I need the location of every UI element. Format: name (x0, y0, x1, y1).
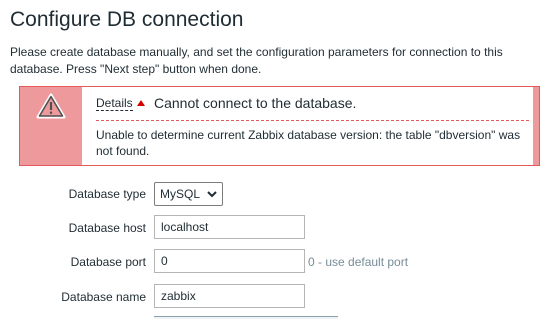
error-detail-text: Unable to determine current Zabbix datab… (96, 128, 521, 158)
db-type-value: MySQL (160, 187, 201, 201)
db-host-label: Database host (68, 221, 146, 235)
db-port-label: Database port (70, 255, 146, 269)
error-headline: Cannot connect to the database. (154, 95, 357, 111)
page-title: Configure DB connection (10, 8, 244, 31)
db-name-input[interactable] (154, 284, 305, 308)
chevron-down-icon (207, 191, 217, 198)
db-name-label: Database name (61, 290, 146, 304)
db-host-input[interactable] (154, 215, 305, 239)
db-port-hint: 0 - use default port (308, 255, 409, 269)
db-port-input[interactable] (154, 249, 305, 273)
details-toggle-link[interactable]: Details (96, 96, 133, 111)
db-type-select[interactable]: MySQL (154, 182, 223, 206)
warning-triangle-icon (36, 93, 66, 119)
error-edge-strip (533, 87, 539, 165)
db-type-label: Database type (68, 187, 146, 201)
intro-text: Please create database manually, and set… (10, 45, 503, 76)
error-message-box: Details Cannot connect to the database. … (19, 86, 540, 166)
error-icon-panel (20, 87, 82, 165)
arrow-up-icon[interactable] (137, 100, 145, 106)
error-divider (96, 120, 529, 121)
